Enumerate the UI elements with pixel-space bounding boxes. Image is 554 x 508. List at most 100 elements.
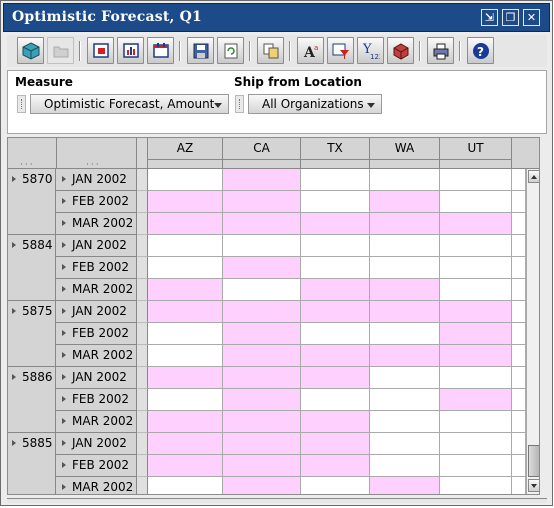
data-cell[interactable] [370, 455, 440, 477]
formula-icon[interactable]: Y123 [357, 37, 384, 64]
data-cell[interactable] [440, 433, 512, 455]
data-cell[interactable] [370, 345, 440, 367]
data-cell[interactable] [148, 389, 223, 411]
vertical-scrollbar[interactable] [526, 169, 539, 494]
data-cell[interactable] [148, 301, 223, 323]
expand-triangle-icon[interactable] [62, 484, 66, 490]
expand-triangle-icon[interactable] [62, 286, 66, 292]
calendar-table-icon[interactable] [147, 37, 174, 64]
data-cell[interactable] [223, 169, 301, 191]
data-cell[interactable] [440, 411, 512, 433]
row-header-month[interactable]: FEB 2002 [56, 323, 137, 345]
ship-from-dropdown[interactable]: All Organizations [248, 94, 382, 114]
restore-button[interactable]: ❐ [502, 9, 519, 26]
row-header-month[interactable]: JAN 2002 [56, 235, 137, 257]
filter-icon[interactable] [327, 37, 354, 64]
data-cell[interactable] [440, 367, 512, 389]
row-header-month[interactable]: MAR 2002 [56, 411, 137, 433]
expand-triangle-icon[interactable] [62, 374, 66, 380]
data-cell[interactable] [440, 323, 512, 345]
expand-triangle-icon[interactable] [62, 198, 66, 204]
save-icon[interactable] [187, 37, 214, 64]
expand-triangle-icon[interactable] [12, 440, 16, 446]
export-icon[interactable] [387, 37, 414, 64]
data-cell[interactable] [301, 367, 370, 389]
measure-drag-handle[interactable] [17, 95, 26, 113]
data-cell[interactable] [301, 213, 370, 235]
data-cell[interactable] [148, 477, 223, 494]
row-header-month[interactable]: JAN 2002 [56, 169, 137, 191]
cube-icon[interactable] [17, 37, 44, 64]
row-header-month[interactable]: MAR 2002 [56, 345, 137, 367]
data-cell[interactable] [223, 235, 301, 257]
minimize-button[interactable]: ⇲ [481, 9, 498, 26]
data-cell[interactable] [223, 191, 301, 213]
expand-triangle-icon[interactable] [62, 352, 66, 358]
data-cell[interactable] [370, 367, 440, 389]
print-icon[interactable] [427, 37, 454, 64]
expand-triangle-icon[interactable] [62, 176, 66, 182]
row-header-month[interactable]: JAN 2002 [56, 301, 137, 323]
column-header-ca[interactable]: CA [223, 138, 301, 160]
column-header-tx[interactable]: TX [301, 138, 370, 160]
data-cell[interactable] [223, 345, 301, 367]
data-cell[interactable] [440, 191, 512, 213]
expand-triangle-icon[interactable] [62, 308, 66, 314]
data-cell[interactable] [301, 389, 370, 411]
measure-dropdown[interactable]: Optimistic Forecast, Amount [30, 94, 229, 114]
font-size-icon[interactable]: Aa [297, 37, 324, 64]
data-cell[interactable] [301, 477, 370, 494]
row-header-month[interactable]: FEB 2002 [56, 389, 137, 411]
data-cell[interactable] [370, 169, 440, 191]
row-header-item[interactable]: 5875 [8, 301, 56, 367]
row-header-month[interactable]: JAN 2002 [56, 367, 137, 389]
scroll-up-button[interactable] [528, 170, 539, 183]
expand-triangle-icon[interactable] [12, 374, 16, 380]
row-header-item[interactable]: 5884 [8, 235, 56, 301]
expand-triangle-icon[interactable] [62, 220, 66, 226]
data-cell[interactable] [148, 279, 223, 301]
data-cell[interactable] [148, 213, 223, 235]
data-cell[interactable] [301, 411, 370, 433]
refresh-icon[interactable] [217, 37, 244, 64]
data-cell[interactable] [440, 301, 512, 323]
data-cell[interactable] [223, 389, 301, 411]
row-header-item[interactable]: 5885 [8, 433, 56, 494]
expand-triangle-icon[interactable] [12, 242, 16, 248]
data-cell[interactable] [301, 433, 370, 455]
data-cell[interactable] [370, 279, 440, 301]
column-header-wa[interactable]: WA [370, 138, 440, 160]
data-cell[interactable] [301, 235, 370, 257]
expand-triangle-icon[interactable] [62, 264, 66, 270]
data-cell[interactable] [440, 213, 512, 235]
data-cell[interactable] [370, 323, 440, 345]
data-cell[interactable] [440, 477, 512, 494]
data-cell[interactable] [370, 257, 440, 279]
row-header-month[interactable]: FEB 2002 [56, 257, 137, 279]
row-header-month[interactable]: FEB 2002 [56, 191, 137, 213]
row-header-month[interactable]: FEB 2002 [56, 455, 137, 477]
data-cell[interactable] [223, 477, 301, 494]
help-icon[interactable]: ? [467, 37, 494, 64]
close-button[interactable]: ✕ [523, 9, 540, 26]
data-cell[interactable] [440, 169, 512, 191]
expand-triangle-icon[interactable] [62, 330, 66, 336]
data-cell[interactable] [223, 213, 301, 235]
expand-triangle-icon[interactable] [62, 418, 66, 424]
data-cell[interactable] [440, 279, 512, 301]
expand-triangle-icon[interactable] [62, 396, 66, 402]
data-cell[interactable] [440, 257, 512, 279]
data-cell[interactable] [301, 345, 370, 367]
data-cell[interactable] [301, 279, 370, 301]
expand-triangle-icon[interactable] [62, 440, 66, 446]
expand-triangle-icon[interactable] [12, 176, 16, 182]
row-header-item[interactable]: 5870 [8, 169, 56, 235]
data-cell[interactable] [223, 367, 301, 389]
copy-icon[interactable] [257, 37, 284, 64]
row-header-item[interactable]: 5886 [8, 367, 56, 433]
chart-table-icon[interactable] [87, 37, 114, 64]
data-cell[interactable] [301, 323, 370, 345]
data-cell[interactable] [301, 191, 370, 213]
row-header-month[interactable]: MAR 2002 [56, 477, 137, 494]
data-cell[interactable] [148, 411, 223, 433]
